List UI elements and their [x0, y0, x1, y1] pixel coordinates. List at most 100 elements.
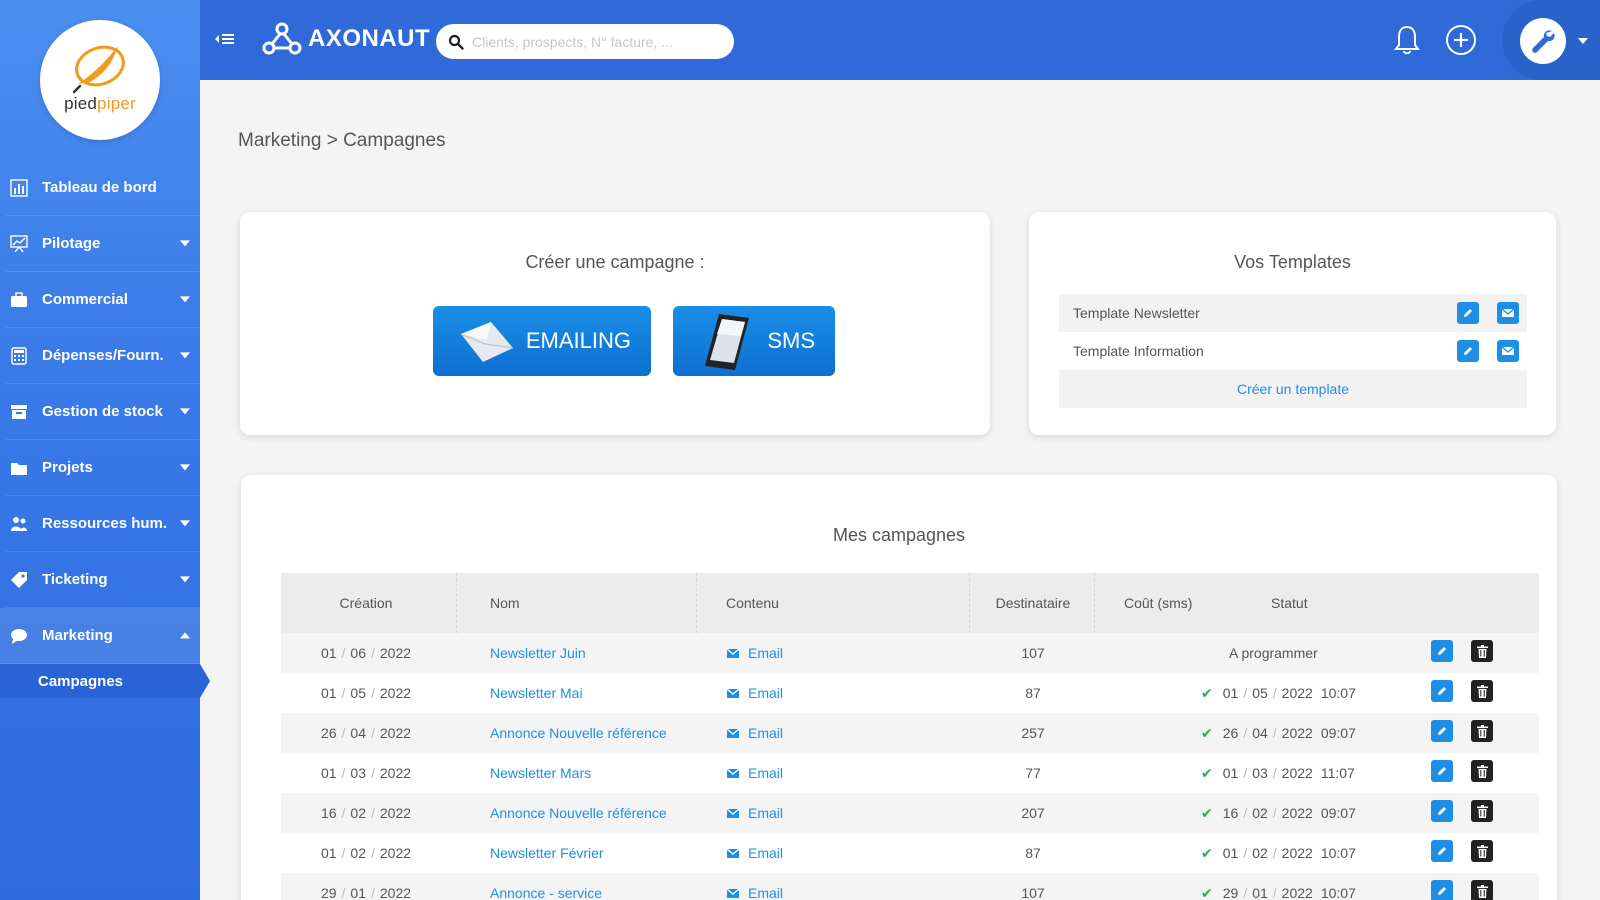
delete-campaign-button[interactable]	[1471, 880, 1493, 900]
column-header-statut[interactable]: Statut	[1271, 573, 1308, 633]
company-logo[interactable]: piedpiper	[40, 20, 160, 140]
trash-icon	[1476, 884, 1488, 898]
envelope-icon	[726, 848, 740, 858]
creation-date-cell: 16/02/2022	[320, 805, 412, 821]
status-cell: ✔ 29/01/2022 10:07	[1201, 884, 1356, 900]
sidebar-item-marketing[interactable]: Marketing	[0, 608, 200, 664]
status-time: 09:07	[1320, 805, 1356, 821]
table-row[interactable]: 26/04/2022 Annonce Nouvelle référence Emai…	[281, 713, 1539, 753]
sidebar-item-label: Marketing	[42, 627, 113, 644]
campaign-name-link[interactable]: Newsletter Février	[490, 833, 604, 873]
table-row[interactable]: 01/06/2022 Newsletter Juin Email 107 A progr…	[281, 633, 1539, 673]
template-name: Template Newsletter	[1073, 305, 1200, 321]
axonaut-logo-icon	[262, 22, 302, 55]
sidebar-subitem-campagnes[interactable]: Campagnes	[0, 664, 210, 698]
pencil-icon	[1438, 767, 1446, 775]
collapse-sidebar-icon[interactable]	[214, 30, 238, 50]
create-template-link[interactable]: Créer un template	[1059, 370, 1527, 408]
search-input[interactable]	[472, 33, 712, 50]
trash-icon	[1476, 844, 1488, 858]
campaign-name-link[interactable]: Annonce Nouvelle référence	[490, 713, 667, 753]
sidebar-item-pilotage[interactable]: Pilotage	[6, 216, 200, 272]
sidebar-item-ressources-hum[interactable]: Ressources hum.	[6, 496, 200, 552]
settings-menu[interactable]	[1502, 0, 1600, 80]
sidebar-item-label: Commercial	[42, 291, 128, 308]
campaign-name-link[interactable]: Newsletter Mai	[490, 673, 583, 713]
edit-template-button[interactable]	[1457, 302, 1479, 324]
status-time: 09:07	[1320, 725, 1356, 741]
column-header-nom[interactable]: Nom	[490, 573, 520, 633]
sidebar-item-projets[interactable]: Projets	[6, 440, 200, 496]
column-header-contenu[interactable]: Contenu	[726, 573, 779, 633]
content-type-cell[interactable]: Email	[726, 873, 783, 900]
content-type-cell[interactable]: Email	[726, 753, 783, 793]
content-type-cell[interactable]: Email	[726, 833, 783, 873]
edit-campaign-button[interactable]	[1431, 880, 1453, 900]
edit-campaign-button[interactable]	[1431, 800, 1453, 822]
brand[interactable]: AXONAUT	[262, 22, 430, 56]
recipients-cell: 257	[1021, 725, 1045, 741]
emailing-button[interactable]: EMAILING	[433, 306, 651, 376]
status-month: 03	[1252, 765, 1268, 781]
campaign-name-link[interactable]: Annonce - service	[490, 873, 602, 900]
edit-campaign-button[interactable]	[1431, 680, 1453, 702]
campaign-name-link[interactable]: Annonce Nouvelle référence	[490, 793, 667, 833]
chart-bar-icon	[10, 178, 28, 197]
table-row[interactable]: 01/03/2022 Newsletter Mars Email 77 ✔ 01/03/2…	[281, 753, 1539, 793]
edit-template-button[interactable]	[1457, 340, 1479, 362]
campaign-name-link[interactable]: Newsletter Juin	[490, 633, 586, 673]
recipients-cell: 207	[1021, 805, 1045, 821]
template-row[interactable]: Template Information	[1059, 332, 1527, 370]
sidebar-item-commercial[interactable]: Commercial	[6, 272, 200, 328]
send-template-button[interactable]	[1497, 302, 1519, 324]
content-type-cell[interactable]: Email	[726, 633, 783, 673]
sidebar-item-depenses[interactable]: Dépenses/Fourn.	[6, 328, 200, 384]
check-icon: ✔	[1201, 764, 1213, 781]
edit-campaign-button[interactable]	[1431, 640, 1453, 662]
table-row[interactable]: 01/05/2022 Newsletter Mai Email 87 ✔ 01/05/20…	[281, 673, 1539, 713]
column-header-cout[interactable]: Coût (sms)	[1124, 573, 1192, 633]
status-month: 02	[1252, 845, 1268, 861]
chevron-down-icon	[1578, 38, 1588, 44]
add-circle-icon[interactable]	[1445, 24, 1477, 56]
status-time: 10:07	[1320, 845, 1356, 861]
column-header-destinataire[interactable]: Destinataire	[971, 573, 1095, 633]
sidebar-item-tableau-de-bord[interactable]: Tableau de bord	[6, 160, 200, 216]
edit-campaign-button[interactable]	[1431, 720, 1453, 742]
check-icon: ✔	[1201, 724, 1213, 741]
check-icon: ✔	[1201, 884, 1213, 900]
status-day: 16	[1222, 805, 1239, 821]
chevron-up-icon	[180, 631, 190, 638]
delete-campaign-button[interactable]	[1471, 760, 1493, 782]
table-row[interactable]: 29/01/2022 Annonce - service Email 107 ✔ 29/0…	[281, 873, 1539, 900]
settings-avatar[interactable]	[1520, 18, 1566, 64]
status-month: 05	[1252, 685, 1268, 701]
delete-campaign-button[interactable]	[1471, 840, 1493, 862]
content-type-cell[interactable]: Email	[726, 713, 783, 753]
pencil-icon	[1464, 347, 1472, 355]
sidebar-item-gestion-de-stock[interactable]: Gestion de stock	[6, 384, 200, 440]
briefcase-icon	[11, 291, 27, 307]
delete-campaign-button[interactable]	[1471, 800, 1493, 822]
bell-icon[interactable]	[1392, 24, 1422, 56]
send-template-button[interactable]	[1497, 340, 1519, 362]
content-type-cell[interactable]: Email	[726, 673, 783, 713]
search-bar[interactable]	[436, 24, 734, 59]
delete-campaign-button[interactable]	[1471, 720, 1493, 742]
delete-campaign-button[interactable]	[1471, 680, 1493, 702]
table-row[interactable]: 01/02/2022 Newsletter Février Email 87 ✔ 01/0…	[281, 833, 1539, 873]
table-row[interactable]: 16/02/2022 Annonce Nouvelle référence Emai…	[281, 793, 1539, 833]
sms-button[interactable]: SMS	[673, 306, 835, 376]
campaign-name-link[interactable]: Newsletter Mars	[490, 753, 591, 793]
column-header-creation[interactable]: Création	[281, 573, 451, 633]
content-type-cell[interactable]: Email	[726, 793, 783, 833]
delete-campaign-button[interactable]	[1471, 640, 1493, 662]
template-row[interactable]: Template Newsletter	[1059, 294, 1527, 332]
sidebar-item-label: Ticketing	[42, 571, 108, 588]
sidebar-item-ticketing[interactable]: Ticketing	[6, 552, 200, 608]
status-year: 2022	[1281, 885, 1313, 900]
creation-year: 2022	[379, 685, 412, 701]
topbar: AXONAUT	[200, 0, 1600, 80]
edit-campaign-button[interactable]	[1431, 840, 1453, 862]
edit-campaign-button[interactable]	[1431, 760, 1453, 782]
